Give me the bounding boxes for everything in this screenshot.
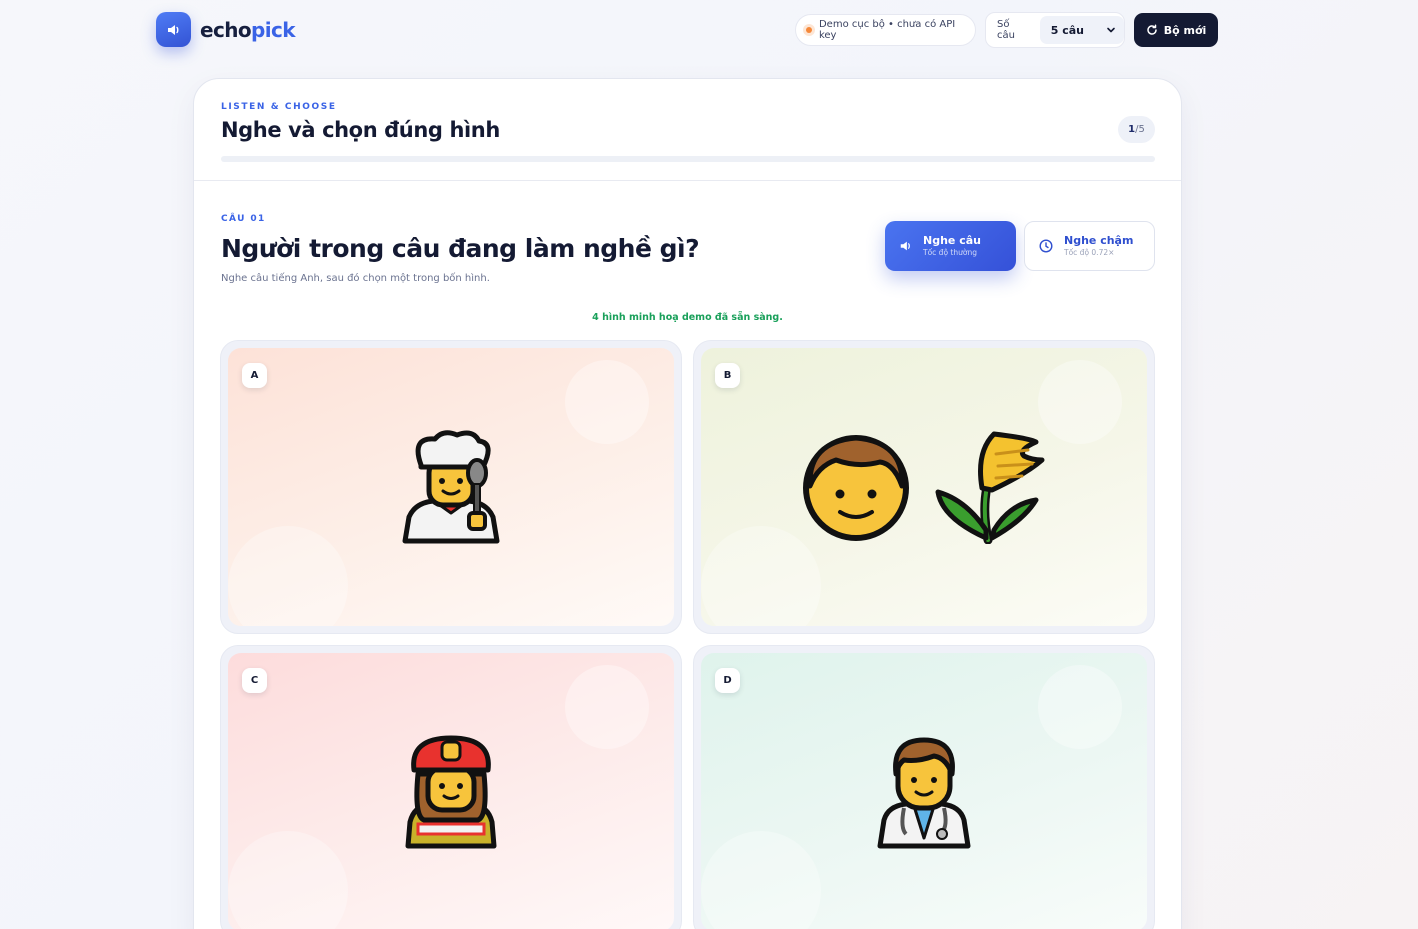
question-count-control: Số câu 5 câu <box>985 12 1125 48</box>
man-doctor-icon <box>876 734 972 850</box>
quiz-card: LISTEN & CHOOSE Nghe và chọn đúng hình 1… <box>193 78 1182 929</box>
play-slow-button[interactable]: Nghe chậm Tốc độ 0.72× <box>1024 221 1155 271</box>
top-bar: echopick Demo cục bộ • chưa có API key S… <box>156 12 1218 48</box>
refresh-icon <box>1146 24 1157 35</box>
status-dot-icon <box>806 27 812 33</box>
answer-option-a[interactable]: A <box>220 340 682 634</box>
question-count-label: Số câu <box>997 19 1015 41</box>
question-instructions: Nghe câu tiếng Anh, sau đó chọn một tron… <box>221 273 490 284</box>
play-sentence-button[interactable]: Nghe câu Tốc độ thường <box>885 221 1016 271</box>
clock-icon <box>1039 239 1053 253</box>
option-letter: D <box>715 668 740 693</box>
page-title: Nghe và chọn đúng hình <box>221 118 500 142</box>
progress-current: 1 <box>1128 124 1136 135</box>
farmer-with-rice-icon <box>802 430 1046 544</box>
question-text: Người trong câu đang làm nghề gì? <box>221 234 700 263</box>
answer-option-c[interactable]: C <box>220 645 682 929</box>
brand-name-part1: echo <box>200 17 252 42</box>
woman-firefighter-icon <box>404 734 498 850</box>
option-image-frame: B <box>701 348 1147 626</box>
decorative-circle <box>228 831 348 929</box>
brand-name-part2: pick <box>251 17 296 42</box>
speaker-icon <box>900 241 910 251</box>
decorative-circle <box>565 665 649 749</box>
progress-total: /5 <box>1135 124 1145 135</box>
option-letter: C <box>242 668 267 693</box>
demo-status-badge: Demo cục bộ • chưa có API key <box>795 14 976 46</box>
play-sentence-label: Nghe câu <box>923 234 981 248</box>
decorative-circle <box>228 526 348 626</box>
play-slow-label: Nghe chậm <box>1064 234 1134 248</box>
demo-status-text: Demo cục bộ • chưa có API key <box>818 19 956 41</box>
option-image-frame: A <box>228 348 674 626</box>
question-label: CÂU 01 <box>221 214 266 224</box>
new-set-button[interactable]: Bộ mới <box>1134 13 1218 47</box>
option-letter: A <box>242 363 267 388</box>
question-count-value: 5 câu <box>1050 23 1084 37</box>
option-image-frame: D <box>701 653 1147 929</box>
option-letter: B <box>715 363 740 388</box>
decorative-circle <box>1038 360 1122 444</box>
play-slow-speed: Tốc độ 0.72× <box>1064 248 1115 258</box>
divider <box>194 180 1181 181</box>
question-count-select[interactable]: 5 câu <box>1039 16 1124 44</box>
progress-counter: 1/5 <box>1118 116 1155 143</box>
new-set-label: Bộ mới <box>1163 23 1207 37</box>
brand-name: echopick <box>200 17 296 42</box>
woman-cook-icon <box>399 429 503 545</box>
decorative-circle <box>1038 665 1122 749</box>
answer-option-d[interactable]: D <box>693 645 1155 929</box>
progress-bar <box>221 156 1155 162</box>
decorative-circle <box>701 831 821 929</box>
brand[interactable]: echopick <box>156 12 296 47</box>
option-image-frame: C <box>228 653 674 929</box>
answer-option-b[interactable]: B <box>693 340 1155 634</box>
quiz-eyebrow: LISTEN & CHOOSE <box>221 102 337 112</box>
chevron-down-icon <box>1107 27 1115 33</box>
ready-status-text: 4 hình minh hoạ demo đã sẵn sàng. <box>592 312 783 323</box>
speaker-logo-icon <box>156 12 191 47</box>
play-sentence-speed: Tốc độ thường <box>923 248 977 258</box>
decorative-circle <box>565 360 649 444</box>
